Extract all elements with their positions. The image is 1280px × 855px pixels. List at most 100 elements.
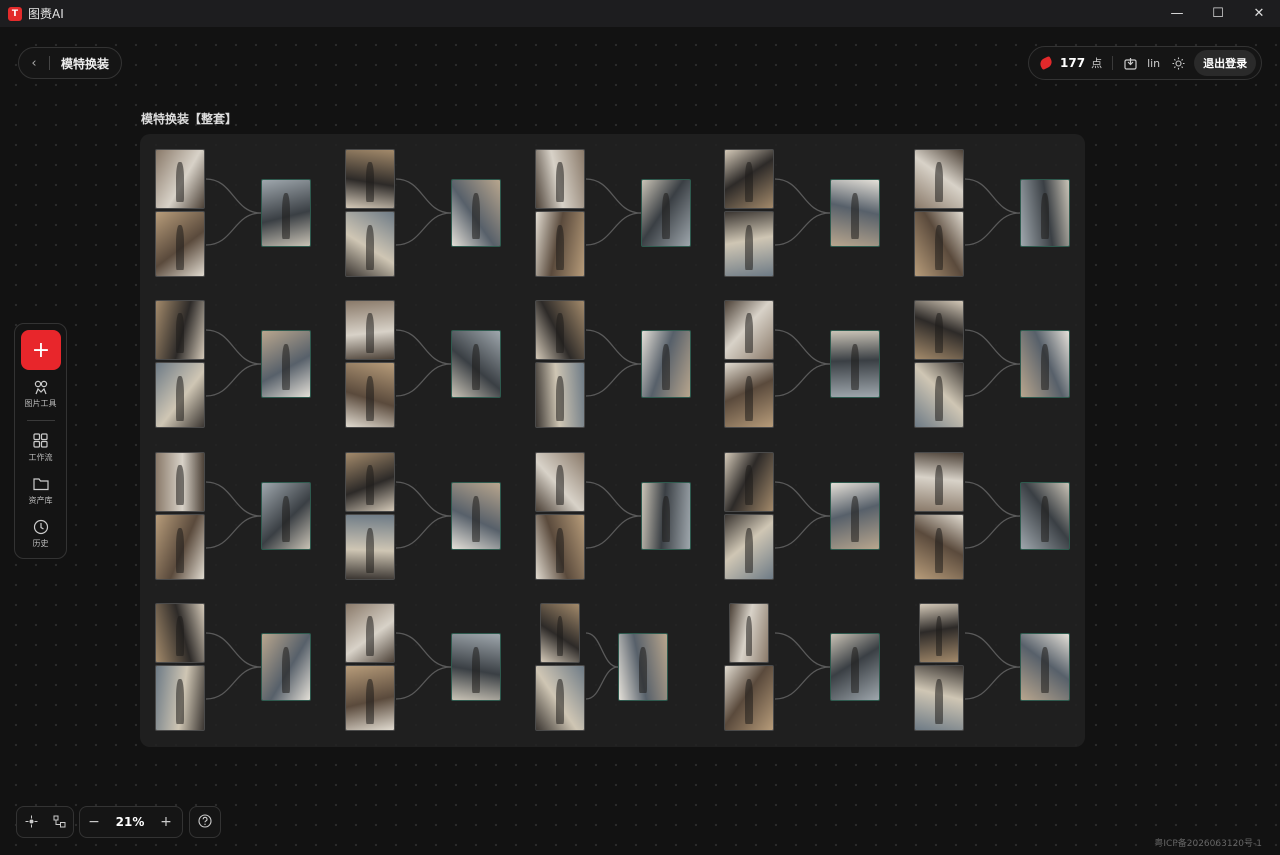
maximize-button[interactable]: ☐ — [1195, 0, 1241, 27]
close-window-button[interactable]: ✕ — [1236, 0, 1280, 27]
model-figure — [556, 527, 564, 573]
model-image[interactable] — [724, 514, 774, 580]
garment-image[interactable] — [535, 300, 585, 360]
model-image[interactable] — [724, 211, 774, 277]
model-image[interactable] — [914, 362, 964, 428]
result-image[interactable] — [261, 179, 311, 247]
model-image[interactable] — [724, 362, 774, 428]
result-image[interactable] — [641, 179, 691, 247]
garment-image[interactable] — [724, 452, 774, 512]
connection-line — [774, 632, 831, 668]
model-image[interactable] — [155, 665, 205, 731]
result-image[interactable] — [261, 330, 311, 398]
model-figure — [366, 224, 374, 270]
model-image[interactable] — [535, 514, 585, 580]
model-image[interactable] — [914, 211, 964, 277]
model-figure — [366, 678, 374, 724]
garment-image[interactable] — [345, 149, 395, 209]
app-title: 图赉AI — [28, 7, 64, 21]
model-image[interactable] — [155, 362, 205, 428]
result-image[interactable] — [261, 482, 311, 550]
result-image[interactable] — [830, 330, 880, 398]
model-figure — [282, 496, 290, 543]
zoom-in-button[interactable]: + — [152, 814, 180, 830]
model-image[interactable] — [535, 211, 585, 277]
connection-line — [395, 515, 452, 549]
model-figure — [556, 161, 564, 203]
locate-icon[interactable] — [25, 813, 38, 832]
result-image[interactable] — [1020, 179, 1070, 247]
garment-image[interactable] — [919, 603, 959, 663]
model-figure — [1041, 193, 1049, 240]
model-figure — [935, 161, 943, 203]
connection-line — [964, 329, 1021, 365]
garment-image[interactable] — [724, 149, 774, 209]
connection-line — [964, 481, 1021, 517]
result-image[interactable] — [1020, 330, 1070, 398]
result-image[interactable] — [1020, 482, 1070, 550]
garment-image[interactable] — [155, 149, 205, 209]
connection-line — [395, 632, 452, 668]
model-image[interactable] — [345, 211, 395, 277]
model-figure — [556, 375, 564, 421]
garment-image[interactable] — [724, 300, 774, 360]
app-logo: T — [8, 6, 22, 21]
result-image[interactable] — [641, 482, 691, 550]
garment-image[interactable] — [914, 300, 964, 360]
result-image[interactable] — [451, 482, 501, 550]
result-image[interactable] — [451, 330, 501, 398]
model-image[interactable] — [914, 514, 964, 580]
model-image[interactable] — [155, 211, 205, 277]
connection-line — [774, 178, 831, 214]
garment-image[interactable] — [155, 452, 205, 512]
result-image[interactable] — [1020, 633, 1070, 701]
result-image[interactable] — [261, 633, 311, 701]
connection-line — [205, 632, 262, 668]
garment-image[interactable] — [345, 300, 395, 360]
garment-image[interactable] — [155, 300, 205, 360]
garment-image[interactable] — [345, 452, 395, 512]
zoom-out-button[interactable]: − — [80, 814, 108, 830]
garment-image[interactable] — [345, 603, 395, 663]
model-image[interactable] — [535, 665, 585, 731]
garment-image[interactable] — [540, 603, 580, 663]
connection-line — [395, 178, 452, 214]
model-image[interactable] — [535, 362, 585, 428]
garment-image[interactable] — [155, 603, 205, 663]
garment-image[interactable] — [729, 603, 769, 663]
connection-line — [395, 363, 452, 397]
icp-footer: 粤ICP备2026063120号-1 — [1154, 839, 1262, 849]
model-image[interactable] — [724, 665, 774, 731]
model-figure — [745, 312, 753, 354]
model-figure — [935, 615, 943, 657]
model-figure — [1041, 647, 1049, 694]
model-image[interactable] — [345, 362, 395, 428]
layout-icon[interactable] — [53, 813, 66, 832]
result-image[interactable] — [830, 633, 880, 701]
model-figure — [935, 527, 943, 573]
garment-image[interactable] — [914, 452, 964, 512]
result-image[interactable] — [830, 482, 880, 550]
connection-line — [964, 212, 1021, 246]
model-figure — [745, 375, 753, 421]
garment-image[interactable] — [914, 149, 964, 209]
result-image[interactable] — [451, 179, 501, 247]
connection-line — [774, 515, 831, 549]
model-figure — [745, 224, 753, 270]
result-image[interactable] — [451, 633, 501, 701]
result-image[interactable] — [830, 179, 880, 247]
connection-line — [774, 212, 831, 246]
result-image[interactable] — [618, 633, 668, 701]
model-image[interactable] — [155, 514, 205, 580]
result-image[interactable] — [641, 330, 691, 398]
model-image[interactable] — [345, 514, 395, 580]
model-figure — [366, 527, 374, 573]
garment-image[interactable] — [535, 452, 585, 512]
model-figure — [282, 647, 290, 694]
garment-image[interactable] — [535, 149, 585, 209]
model-image[interactable] — [345, 665, 395, 731]
minimize-button[interactable]: — — [1154, 0, 1200, 27]
model-figure — [851, 193, 859, 240]
model-image[interactable] — [914, 665, 964, 731]
help-button[interactable] — [189, 806, 221, 838]
